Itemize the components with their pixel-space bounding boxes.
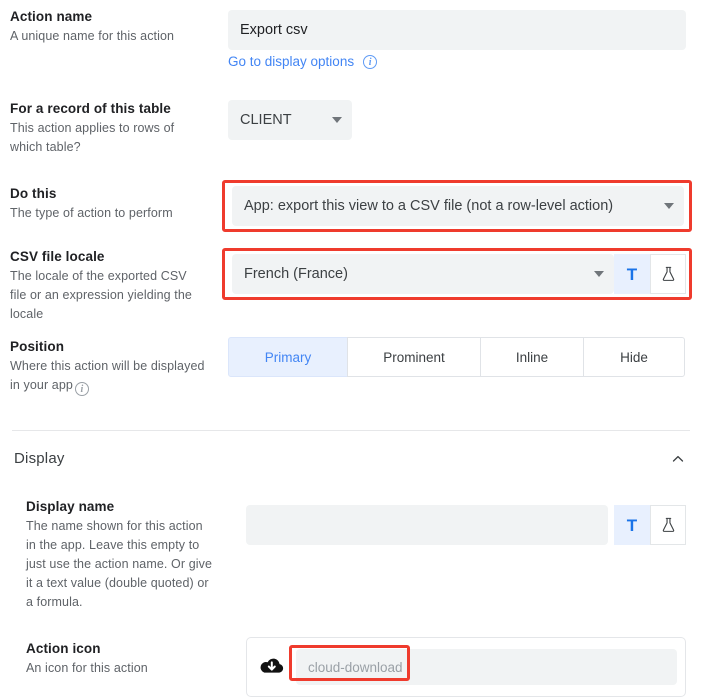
position-label-col: Position Where this action will be displ… — [0, 338, 205, 396]
chevron-down-icon — [594, 271, 604, 277]
action-name-value: Export csv — [240, 22, 308, 38]
flask-icon — [662, 266, 674, 281]
position-description: Where this action will be displayed in y… — [10, 357, 205, 396]
csv-locale-mode-toggle: T — [614, 254, 686, 294]
display-name-label-col: Display name The name shown for this act… — [0, 498, 215, 612]
position-option-inline[interactable]: Inline — [480, 337, 584, 377]
do-this-value: App: export this view to a CSV file (not… — [244, 198, 614, 214]
record-table-select[interactable]: CLIENT — [228, 100, 352, 140]
record-table-row: For a record of this table This action a… — [0, 100, 205, 157]
do-this-row: Do this The type of action to perform — [0, 185, 205, 223]
collapse-display-section-button[interactable] — [671, 452, 684, 464]
text-mode-button[interactable]: T — [614, 505, 650, 545]
flask-icon — [662, 517, 674, 532]
position-option-primary[interactable]: Primary — [228, 337, 348, 377]
record-table-description: This action applies to rows of which tab… — [10, 121, 175, 154]
display-section-title: Display — [14, 450, 65, 467]
do-this-select[interactable]: App: export this view to a CSV file (not… — [232, 186, 684, 226]
chevron-down-icon — [332, 117, 342, 123]
action-icon-description: An icon for this action — [26, 661, 148, 675]
text-mode-label: T — [626, 264, 638, 284]
record-table-label-col: For a record of this table This action a… — [0, 100, 205, 157]
action-icon-value: cloud-download — [308, 659, 403, 675]
record-table-value: CLIENT — [240, 112, 292, 128]
action-name-description: A unique name for this action — [10, 29, 175, 43]
action-icon-title: Action icon — [26, 641, 101, 656]
csv-locale-value: French (France) — [244, 266, 348, 282]
display-name-title: Display name — [26, 499, 115, 514]
go-to-display-options-link[interactable]: Go to display options — [228, 54, 354, 69]
record-table-title: For a record of this table — [10, 101, 171, 116]
action-icon-picker[interactable]: cloud-download — [246, 637, 686, 697]
csv-locale-title: CSV file locale — [10, 249, 105, 264]
action-icon-label-col: Action icon An icon for this action — [0, 640, 215, 678]
action-name-row: Action name A unique name for this actio… — [0, 8, 205, 46]
do-this-title: Do this — [10, 186, 57, 201]
display-options-link-row: Go to display options i — [228, 54, 378, 69]
csv-locale-label-col: CSV file locale The locale of the export… — [0, 248, 205, 324]
position-description-text: Where this action will be displayed in y… — [10, 359, 205, 392]
action-icon-row: Action icon An icon for this action — [0, 640, 215, 678]
position-option-hide[interactable]: Hide — [583, 337, 685, 377]
formula-mode-button[interactable] — [650, 254, 686, 294]
csv-locale-select[interactable]: French (France) — [232, 254, 614, 294]
display-name-mode-toggle: T — [614, 505, 686, 545]
text-mode-button[interactable]: T — [614, 254, 650, 294]
csv-locale-description: The locale of the exported CSV file or a… — [10, 269, 192, 321]
action-icon-name-input[interactable]: cloud-download — [296, 649, 677, 685]
display-name-description: The name shown for this action in the ap… — [26, 519, 213, 609]
action-name-title: Action name — [10, 9, 93, 24]
chevron-down-icon — [664, 203, 674, 209]
position-title: Position — [10, 339, 65, 354]
chevron-up-icon — [672, 455, 684, 462]
action-name-input[interactable]: Export csv — [228, 10, 686, 50]
action-name-label-col: Action name A unique name for this actio… — [0, 8, 205, 46]
position-row: Position Where this action will be displ… — [0, 338, 205, 396]
info-icon[interactable]: i — [74, 382, 89, 396]
display-name-input[interactable] — [246, 505, 608, 545]
action-settings-panel: Action name A unique name for this actio… — [0, 0, 721, 697]
do-this-description: The type of action to perform — [10, 206, 173, 220]
formula-mode-button[interactable] — [650, 505, 686, 545]
display-name-row: Display name The name shown for this act… — [0, 498, 215, 612]
csv-locale-row: CSV file locale The locale of the export… — [0, 248, 205, 324]
text-mode-label: T — [626, 515, 638, 535]
do-this-label-col: Do this The type of action to perform — [0, 185, 205, 223]
cloud-download-icon — [260, 658, 284, 673]
section-divider — [12, 430, 690, 431]
info-icon[interactable]: i — [363, 54, 378, 69]
position-option-prominent[interactable]: Prominent — [347, 337, 481, 377]
position-segmented-control: Primary Prominent Inline Hide — [228, 337, 685, 377]
